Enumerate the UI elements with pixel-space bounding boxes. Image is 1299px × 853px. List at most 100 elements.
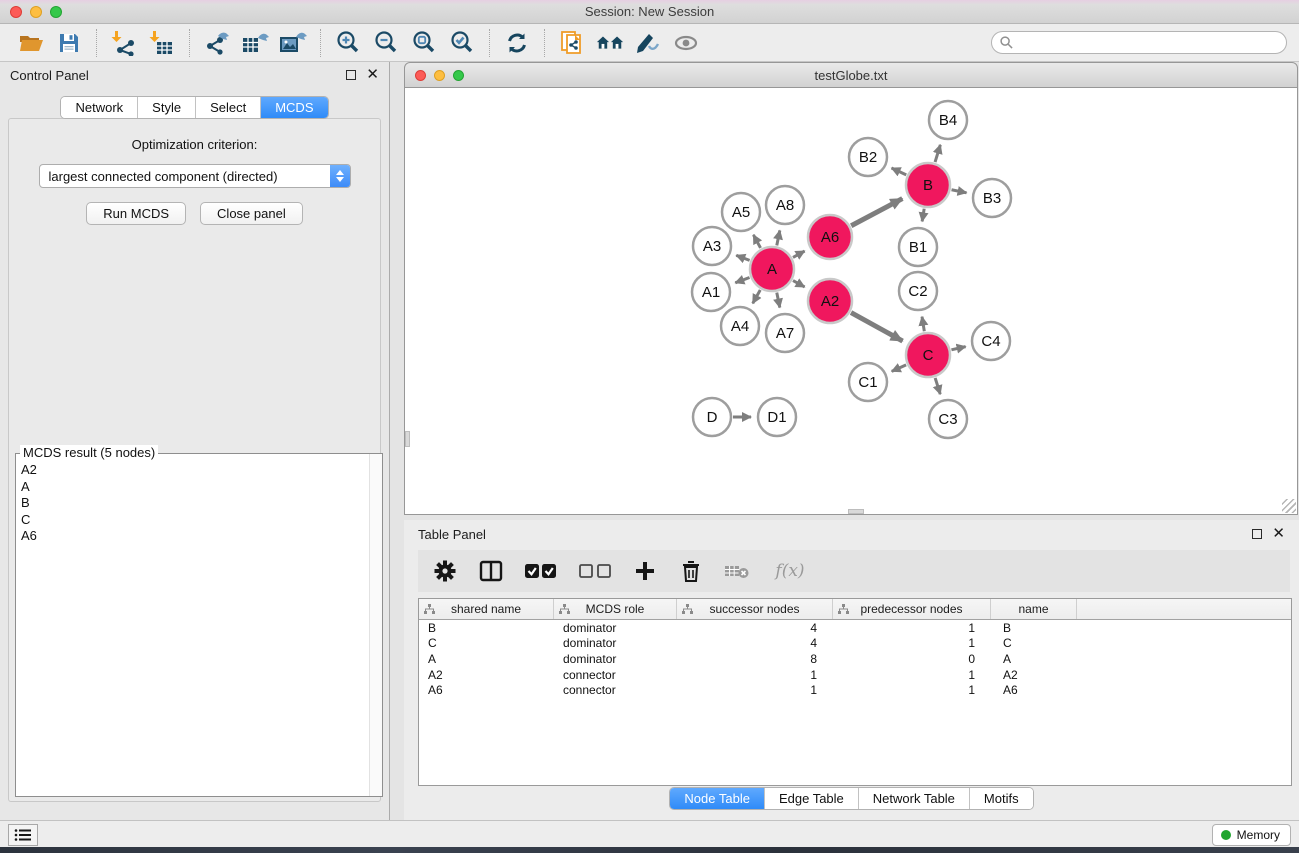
edge-C-C3[interactable] bbox=[935, 378, 940, 394]
node-A6[interactable]: A6 bbox=[808, 215, 852, 259]
node-B3[interactable]: B3 bbox=[973, 179, 1011, 217]
node-A2[interactable]: A2 bbox=[808, 279, 852, 323]
edge-A-A6[interactable] bbox=[793, 251, 805, 257]
edge-B-B4[interactable] bbox=[935, 145, 940, 162]
node-A8[interactable]: A8 bbox=[766, 186, 804, 224]
close-window-button[interactable] bbox=[10, 6, 22, 18]
search-input[interactable] bbox=[1018, 36, 1278, 50]
table-cell[interactable]: dominator bbox=[554, 636, 677, 650]
export-network-icon[interactable] bbox=[202, 28, 232, 58]
node-B[interactable]: B bbox=[906, 163, 950, 207]
node-B2[interactable]: B2 bbox=[849, 138, 887, 176]
deselect-all-rows-icon[interactable] bbox=[578, 558, 612, 584]
zoom-selected-icon[interactable] bbox=[447, 28, 477, 58]
edge-B-B1[interactable] bbox=[922, 209, 924, 222]
add-column-icon[interactable] bbox=[632, 558, 658, 584]
edge-B-B2[interactable] bbox=[892, 168, 907, 175]
table-cell[interactable]: 1 bbox=[833, 683, 991, 697]
edge-C-C4[interactable] bbox=[951, 347, 965, 350]
table-cell[interactable]: B bbox=[991, 621, 1077, 635]
node-C2[interactable]: C2 bbox=[899, 272, 937, 310]
delete-columns-icon[interactable] bbox=[678, 558, 704, 584]
zoom-in-icon[interactable] bbox=[333, 28, 363, 58]
edge-A-A1[interactable] bbox=[735, 277, 749, 282]
float-panel-icon[interactable] bbox=[346, 70, 356, 80]
node-D[interactable]: D bbox=[693, 398, 731, 436]
tab-mcds[interactable]: MCDS bbox=[261, 97, 327, 118]
open-session-icon[interactable] bbox=[16, 28, 46, 58]
select-all-rows-icon[interactable] bbox=[524, 558, 558, 584]
table-cell[interactable]: A6 bbox=[991, 683, 1077, 697]
node-A4[interactable]: A4 bbox=[721, 307, 759, 345]
table-cell[interactable]: A2 bbox=[419, 668, 554, 682]
node-A1[interactable]: A1 bbox=[692, 273, 730, 311]
edge-A-A5[interactable] bbox=[753, 235, 760, 248]
tab-network[interactable]: Network bbox=[61, 97, 138, 118]
export-table-icon[interactable] bbox=[240, 28, 270, 58]
result-scrollbar[interactable] bbox=[369, 454, 382, 796]
edge-A2-C[interactable] bbox=[851, 313, 903, 341]
edge-C-C1[interactable] bbox=[892, 365, 906, 371]
table-cell[interactable]: 4 bbox=[677, 636, 833, 650]
table-cell[interactable]: 1 bbox=[677, 683, 833, 697]
table-cell[interactable]: 0 bbox=[833, 652, 991, 666]
edge-A6-B[interactable] bbox=[851, 199, 902, 226]
network-canvas[interactable]: B4B2BB3A8A5A6A3B1AA1C2A2A4A7C4CC1C3DD1 bbox=[404, 88, 1298, 515]
mcds-result-item[interactable]: C bbox=[21, 512, 364, 529]
column-header-shared-name[interactable]: shared name bbox=[419, 599, 554, 619]
table-cell[interactable]: A6 bbox=[419, 683, 554, 697]
memory-button[interactable]: Memory bbox=[1212, 824, 1291, 846]
delete-table-icon[interactable] bbox=[724, 558, 750, 584]
import-table-icon[interactable] bbox=[147, 28, 177, 58]
network-horizontal-scrollbar[interactable] bbox=[848, 509, 864, 514]
column-header-MCDS-role[interactable]: MCDS role bbox=[554, 599, 677, 619]
save-session-icon[interactable] bbox=[54, 28, 84, 58]
search-field[interactable] bbox=[991, 31, 1287, 54]
table-row[interactable]: A6connector11A6 bbox=[419, 682, 1291, 698]
column-visibility-icon[interactable] bbox=[478, 558, 504, 584]
node-B1[interactable]: B1 bbox=[899, 228, 937, 266]
task-history-button[interactable] bbox=[8, 824, 38, 846]
mcds-result-item[interactable]: A bbox=[21, 479, 364, 496]
node-D1[interactable]: D1 bbox=[758, 398, 796, 436]
node-B4[interactable]: B4 bbox=[929, 101, 967, 139]
table-cell[interactable]: connector bbox=[554, 668, 677, 682]
tab-style[interactable]: Style bbox=[138, 97, 196, 118]
tab-select[interactable]: Select bbox=[196, 97, 261, 118]
resize-grip[interactable] bbox=[1282, 499, 1296, 513]
tab-motifs[interactable]: Motifs bbox=[970, 788, 1033, 809]
table-cell[interactable]: 1 bbox=[833, 621, 991, 635]
close-panel-button[interactable]: Close panel bbox=[200, 202, 303, 225]
zoom-window-button[interactable] bbox=[50, 6, 62, 18]
export-image-icon[interactable] bbox=[278, 28, 308, 58]
close-table-panel-icon[interactable]: ✕ bbox=[1272, 529, 1285, 539]
table-row[interactable]: Bdominator41B bbox=[419, 620, 1291, 636]
tab-edge-table[interactable]: Edge Table bbox=[765, 788, 859, 809]
table-cell[interactable]: dominator bbox=[554, 652, 677, 666]
table-row[interactable]: Adominator80A bbox=[419, 651, 1291, 667]
edge-C-C2[interactable] bbox=[922, 317, 924, 332]
network-minimize-button[interactable] bbox=[434, 70, 445, 81]
hide-selected-icon[interactable] bbox=[633, 28, 663, 58]
edge-A-A4[interactable] bbox=[753, 290, 761, 303]
table-cell[interactable]: A bbox=[991, 652, 1077, 666]
table-cell[interactable]: B bbox=[419, 621, 554, 635]
edge-A-A7[interactable] bbox=[777, 293, 780, 308]
node-A3[interactable]: A3 bbox=[693, 227, 731, 265]
table-cell[interactable]: 1 bbox=[677, 668, 833, 682]
node-A7[interactable]: A7 bbox=[766, 314, 804, 352]
zoom-fit-icon[interactable] bbox=[409, 28, 439, 58]
node-C3[interactable]: C3 bbox=[929, 400, 967, 438]
column-header-predecessor-nodes[interactable]: predecessor nodes bbox=[833, 599, 991, 619]
edge-A-A3[interactable] bbox=[736, 255, 749, 260]
table-cell[interactable]: 1 bbox=[833, 636, 991, 650]
table-settings-icon[interactable] bbox=[432, 558, 458, 584]
import-network-icon[interactable] bbox=[109, 28, 139, 58]
node-C[interactable]: C bbox=[906, 333, 950, 377]
mcds-result-item[interactable]: B bbox=[21, 495, 364, 512]
tab-network-table[interactable]: Network Table bbox=[859, 788, 970, 809]
table-row[interactable]: A2connector11A2 bbox=[419, 667, 1291, 683]
mcds-result-item[interactable]: A6 bbox=[21, 528, 364, 545]
node-A5[interactable]: A5 bbox=[722, 193, 760, 231]
function-builder-icon[interactable]: f(x) bbox=[770, 558, 810, 584]
